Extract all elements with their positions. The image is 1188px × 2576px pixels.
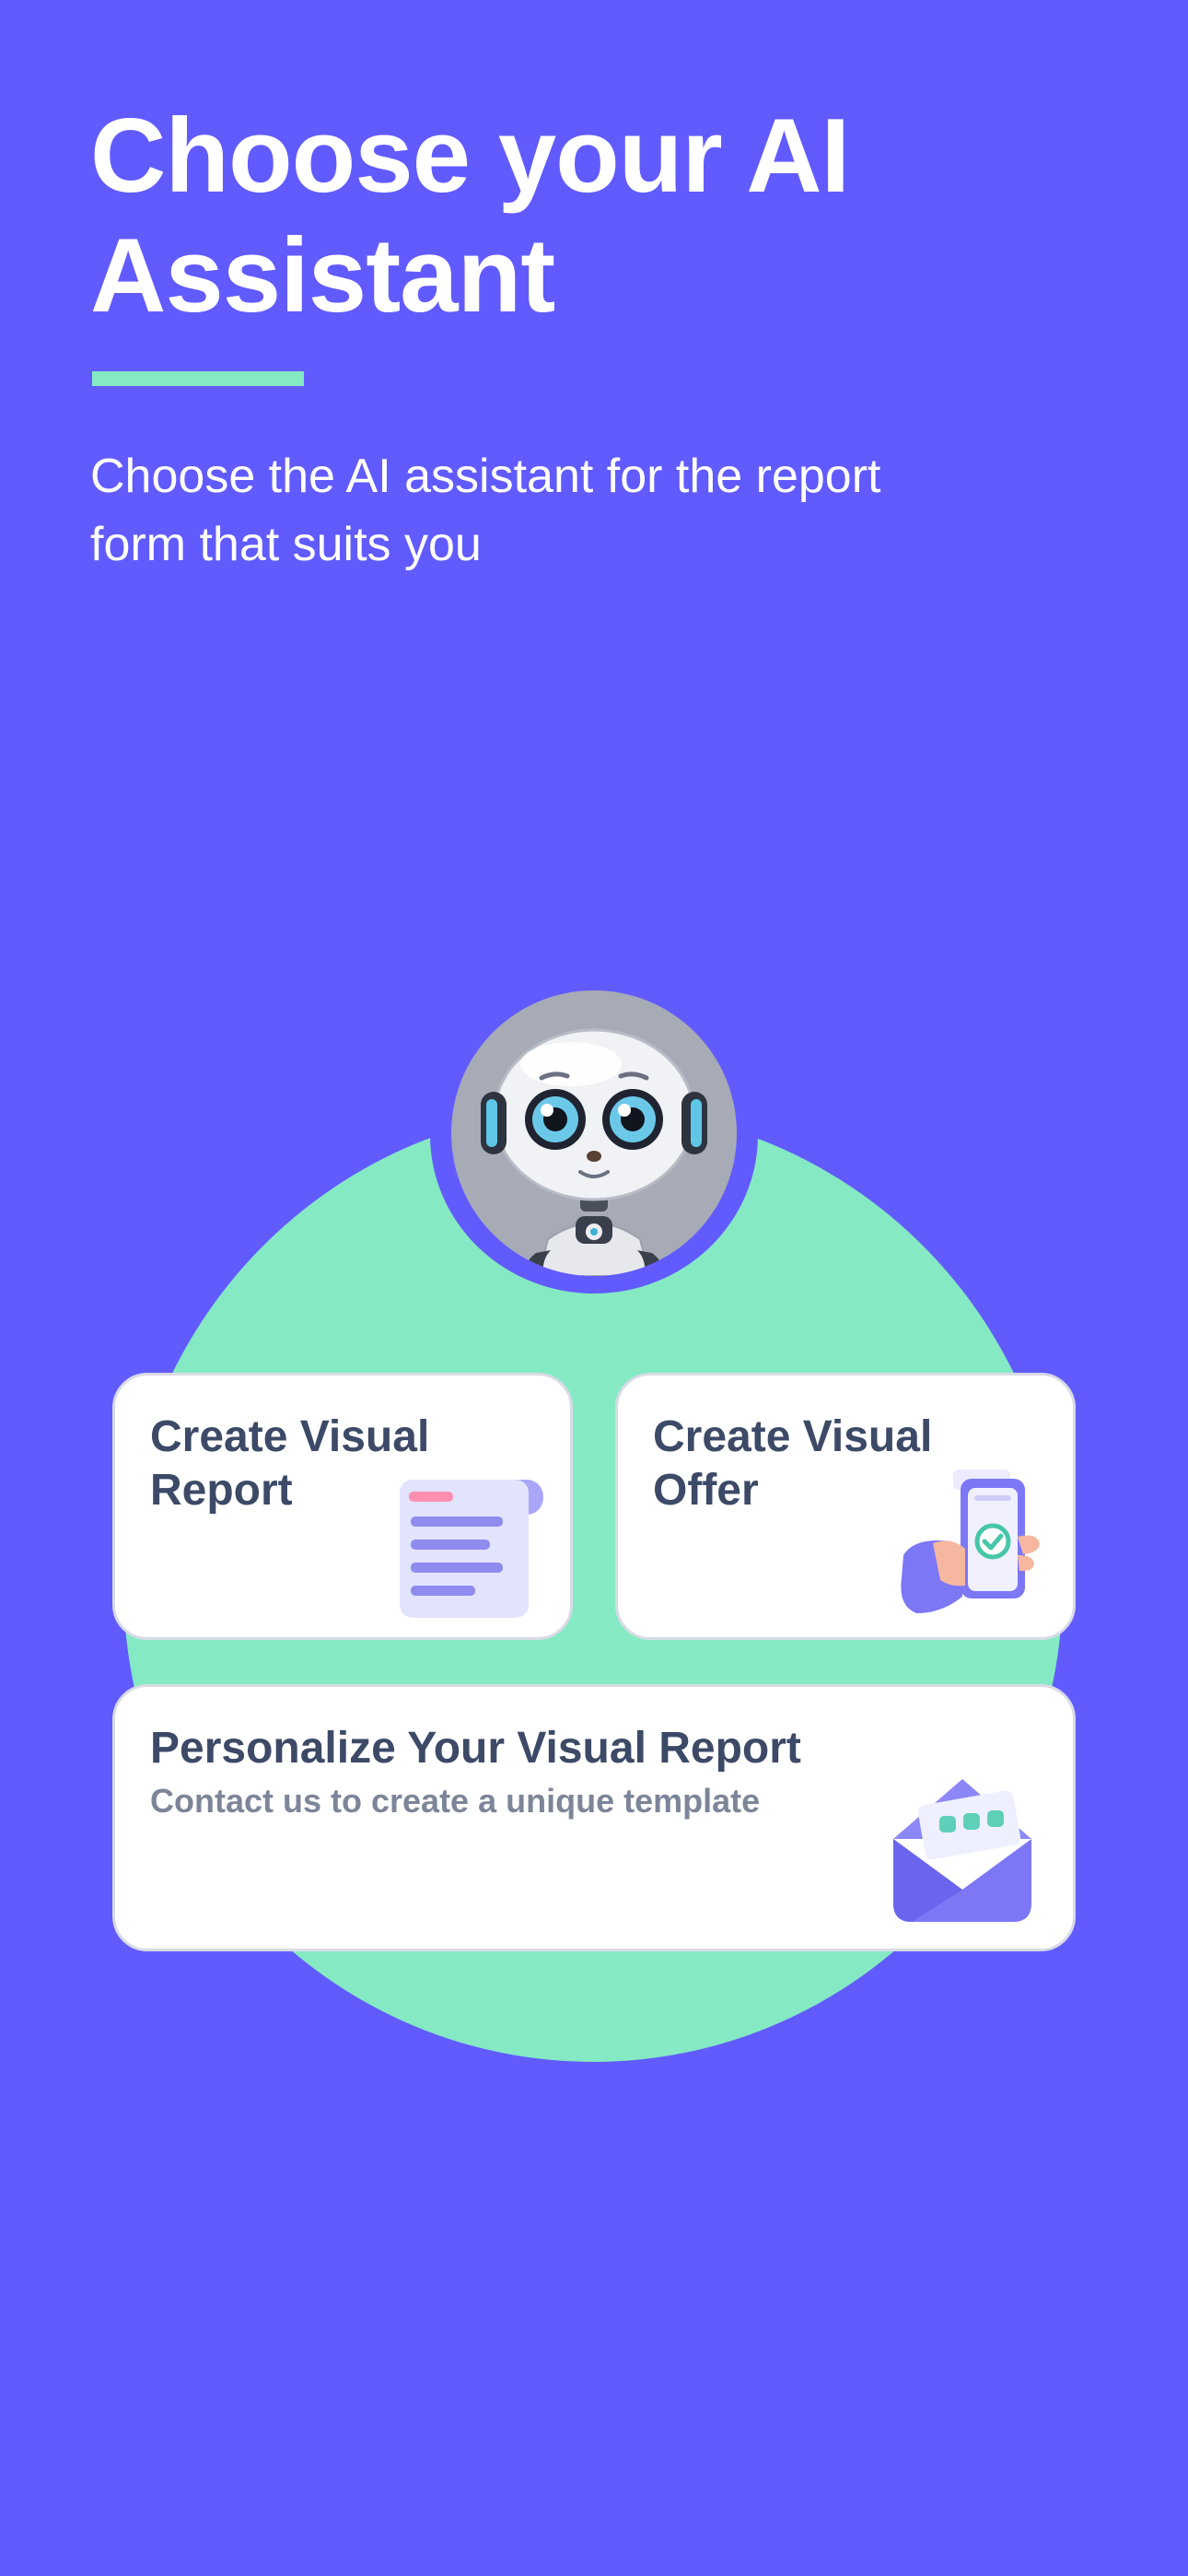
robot-icon [481, 1028, 707, 1276]
phone-check-icon [901, 1469, 1040, 1613]
subtitle-line-1: Choose the AI assistant for the report [90, 450, 881, 503]
choose-assistant-screen: Choose your AI Assistant Choose the AI a… [0, 0, 1188, 2576]
card-title: Personalize Your Visual Report [150, 1724, 801, 1773]
title-underline [92, 371, 304, 386]
card-title-line-1: Create Visual [653, 1412, 933, 1461]
card-subtitle: Contact us to create a unique template [150, 1782, 761, 1820]
document-icon [400, 1480, 543, 1618]
create-visual-report-card[interactable]: Create Visual Report [112, 1373, 573, 1640]
title-line-2: Assistant [90, 217, 555, 334]
title-line-1: Choose your AI [90, 98, 850, 215]
card-title-line-2: Offer [653, 1466, 759, 1515]
personalize-visual-report-card[interactable]: Personalize Your Visual Report Contact u… [112, 1684, 1076, 1951]
envelope-icon [893, 1779, 1031, 1922]
page-subtitle: Choose the AI assistant for the report f… [90, 442, 1011, 579]
subtitle-line-2: form that suits you [90, 518, 482, 571]
card-title-line-2: Report [150, 1466, 293, 1515]
create-visual-offer-card[interactable]: Create Visual Offer [615, 1373, 1076, 1640]
page-title: Choose your AI Assistant [90, 97, 1103, 336]
card-title-line-1: Create Visual [150, 1412, 430, 1461]
robot-avatar [451, 990, 737, 1276]
